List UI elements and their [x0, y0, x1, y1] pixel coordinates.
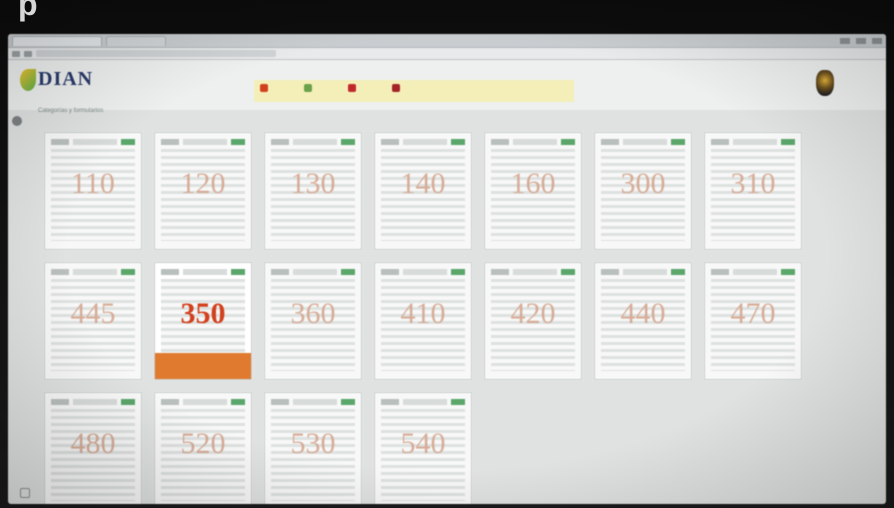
form-thumbnail-header — [711, 139, 795, 145]
browser-tab-bar — [8, 34, 886, 48]
form-card[interactable]: 445 — [44, 262, 142, 380]
form-number: 445 — [70, 297, 116, 330]
form-card[interactable]: 440 — [594, 262, 692, 380]
form-thumbnail-header — [51, 399, 135, 405]
form-thumbnail-header — [381, 269, 465, 275]
circle-icon — [392, 84, 400, 92]
dian-logo-mark — [20, 68, 36, 91]
form-card[interactable]: 310 — [704, 132, 802, 250]
form-number: 410 — [400, 297, 446, 330]
form-thumbnail-header — [51, 139, 135, 145]
form-thumbnail-header — [271, 269, 355, 275]
corner-icon[interactable] — [20, 488, 30, 498]
form-number: 160 — [510, 167, 556, 200]
form-card[interactable]: 410 — [374, 262, 472, 380]
form-thumbnail-header — [491, 269, 575, 275]
maximize-icon[interactable] — [856, 37, 866, 44]
url-field[interactable] — [36, 50, 276, 57]
form-thumbnail-header — [711, 269, 795, 275]
window-controls — [840, 37, 882, 44]
form-number: 540 — [400, 427, 446, 460]
form-number: 300 — [620, 167, 666, 200]
form-thumbnail-header — [381, 399, 465, 405]
address-bar — [8, 48, 886, 60]
header-action-1[interactable] — [304, 84, 312, 92]
form-card[interactable]: 120 — [154, 132, 252, 250]
form-card[interactable]: 480 — [44, 392, 142, 504]
menu-toggle-button[interactable] — [12, 116, 22, 126]
form-active-banner[interactable] — [155, 353, 251, 379]
form-number: 110 — [71, 167, 115, 200]
form-card[interactable]: 520 — [154, 392, 252, 504]
form-thumbnail-header — [161, 399, 245, 405]
form-thumbnail-header — [161, 139, 245, 145]
form-card[interactable]: 470 — [704, 262, 802, 380]
form-number: 140 — [400, 167, 446, 200]
form-card[interactable]: 540 — [374, 392, 472, 504]
form-thumbnail-header — [601, 269, 685, 275]
browser-tab[interactable] — [106, 35, 166, 46]
form-number: 310 — [730, 167, 776, 200]
form-thumbnail-header — [51, 269, 135, 275]
photo-frame: p DIAN Categorías y formularios 110 120 … — [0, 0, 894, 508]
form-thumbnail-header — [161, 269, 245, 275]
dian-logo[interactable]: DIAN — [20, 68, 93, 91]
form-thumbnail-header — [271, 399, 355, 405]
form-number: 120 — [180, 167, 226, 200]
header-actions — [260, 84, 400, 92]
form-card[interactable]: 420 — [484, 262, 582, 380]
monitor-screen: DIAN Categorías y formularios 110 120 130 1… — [8, 34, 886, 504]
form-number: 470 — [730, 297, 776, 330]
alert-icon — [348, 84, 356, 92]
header-action-2[interactable] — [348, 84, 356, 92]
form-card[interactable]: 350 — [154, 262, 252, 380]
form-thumbnail-header — [601, 139, 685, 145]
document-icon — [304, 84, 312, 92]
photo-top-text: p — [18, 0, 39, 22]
forward-icon[interactable] — [24, 50, 32, 57]
form-card[interactable]: 110 — [44, 132, 142, 250]
form-number: 350 — [180, 297, 226, 330]
back-icon[interactable] — [12, 50, 20, 57]
form-thumbnail-header — [381, 139, 465, 145]
form-number: 480 — [70, 427, 116, 460]
coat-of-arms-icon — [816, 70, 834, 96]
form-card[interactable]: 160 — [484, 132, 582, 250]
close-icon[interactable] — [872, 37, 882, 44]
breadcrumb: Categorías y formularios — [38, 108, 104, 114]
form-card[interactable]: 140 — [374, 132, 472, 250]
header-action-0[interactable] — [260, 84, 268, 92]
app-header: DIAN — [8, 60, 886, 110]
form-thumbnail-header — [271, 139, 355, 145]
form-card[interactable]: 360 — [264, 262, 362, 380]
form-card[interactable]: 130 — [264, 132, 362, 250]
dian-logo-text: DIAN — [38, 68, 94, 90]
forms-grid: 110 120 130 140 160 300 310 445 350 360 410 420 440 4… — [44, 132, 802, 504]
form-card[interactable]: 300 — [594, 132, 692, 250]
form-number: 130 — [290, 167, 336, 200]
form-number: 520 — [180, 427, 226, 460]
form-card[interactable]: 530 — [264, 392, 362, 504]
form-number: 420 — [510, 297, 556, 330]
person-icon — [260, 84, 268, 92]
header-action-3[interactable] — [392, 84, 400, 92]
browser-tab[interactable] — [12, 35, 102, 46]
form-number: 530 — [290, 427, 336, 460]
form-number: 440 — [620, 297, 666, 330]
form-thumbnail-header — [491, 139, 575, 145]
form-number: 360 — [290, 297, 336, 330]
minimize-icon[interactable] — [840, 37, 850, 44]
